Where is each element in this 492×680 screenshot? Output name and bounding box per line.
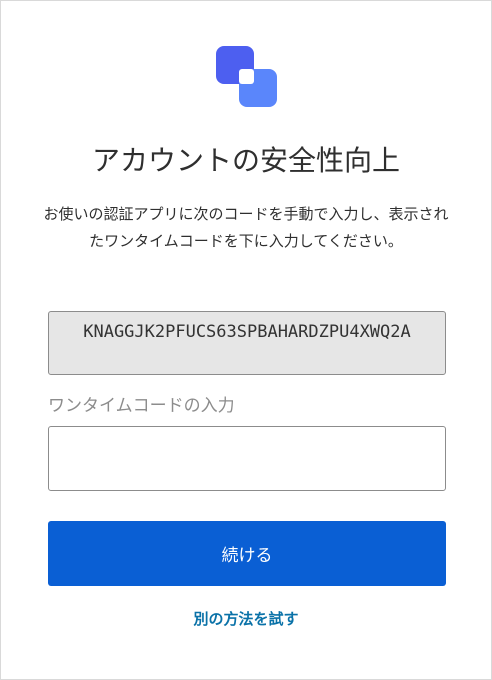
stacked-squares-logo-icon: [216, 46, 277, 107]
otp-input[interactable]: [48, 426, 446, 491]
secret-key-box: KNAGGJK2PFUCS63SPBAHARDZPU4XWQ2A: [48, 311, 446, 375]
continue-button[interactable]: 続ける: [48, 521, 446, 586]
otp-label: ワンタイムコードの入力: [48, 396, 235, 416]
instructions-text: お使いの認証アプリに次のコードを手動で入力し、表示されたワンタイムコードを下に入…: [43, 205, 449, 250]
mfa-setup-card: アカウントの安全性向上 お使いの認証アプリに次のコードを手動で入力し、表示された…: [0, 0, 492, 680]
try-another-method-link[interactable]: 別の方法を試す: [1, 607, 491, 631]
page-title: アカウントの安全性向上: [91, 144, 400, 177]
